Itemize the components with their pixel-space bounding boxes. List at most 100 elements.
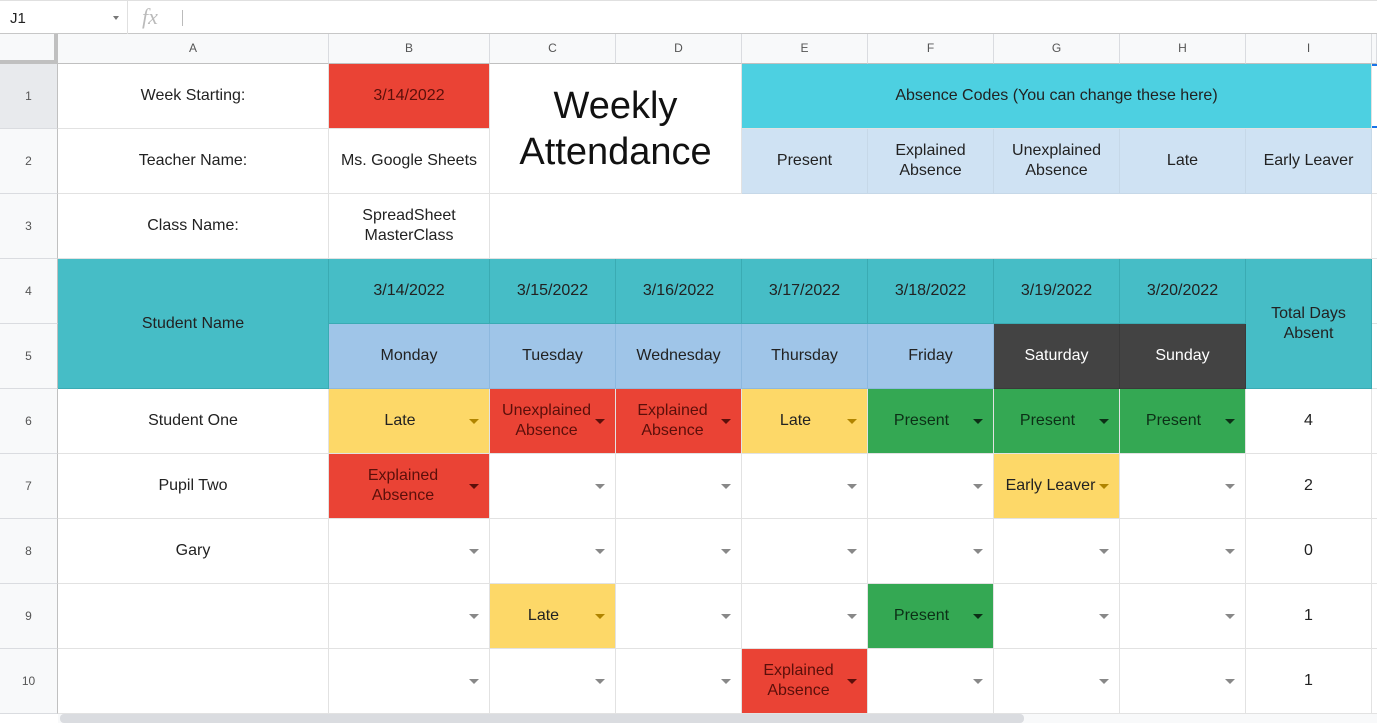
absence-code-unexplained-absence[interactable]: Unexplained Absence [994, 129, 1120, 194]
attendance-dropdown[interactable] [490, 649, 616, 714]
attendance-dropdown[interactable] [742, 584, 868, 649]
attendance-dropdown[interactable] [994, 584, 1120, 649]
dropdown-arrow-icon[interactable] [1225, 549, 1235, 554]
dropdown-arrow-icon[interactable] [469, 679, 479, 684]
column-j-cell[interactable] [1372, 389, 1377, 454]
dropdown-arrow-icon[interactable] [469, 484, 479, 489]
dropdown-arrow-icon[interactable] [973, 419, 983, 424]
student-name[interactable] [58, 584, 329, 649]
dropdown-arrow-icon[interactable] [1099, 679, 1109, 684]
dropdown-arrow-icon[interactable] [595, 679, 605, 684]
dropdown-arrow-icon[interactable] [1225, 419, 1235, 424]
attendance-dropdown[interactable]: Explained Absence [329, 454, 490, 519]
attendance-dropdown[interactable]: Present [994, 389, 1120, 454]
column-header-d[interactable]: D [616, 34, 742, 64]
dropdown-arrow-icon[interactable] [595, 549, 605, 554]
column-header-g[interactable]: G [994, 34, 1120, 64]
column-j-cell[interactable] [1372, 324, 1377, 389]
column-j-cell[interactable] [1372, 129, 1377, 194]
dropdown-arrow-icon[interactable] [721, 549, 731, 554]
dropdown-arrow-icon[interactable] [847, 549, 857, 554]
dropdown-arrow-icon[interactable] [973, 549, 983, 554]
chevron-down-icon[interactable] [113, 16, 119, 20]
absence-code-present[interactable]: Present [742, 129, 868, 194]
attendance-dropdown[interactable]: Present [868, 584, 994, 649]
column-header-e[interactable]: E [742, 34, 868, 64]
attendance-dropdown[interactable] [994, 519, 1120, 584]
student-name[interactable]: Student One [58, 389, 329, 454]
attendance-dropdown[interactable] [1120, 454, 1246, 519]
formula-input[interactable] [182, 10, 183, 26]
class-name-value[interactable]: SpreadSheet MasterClass [329, 194, 490, 259]
attendance-dropdown[interactable] [490, 454, 616, 519]
row-header-2[interactable]: 2 [0, 129, 58, 194]
column-header-f[interactable]: F [868, 34, 994, 64]
dropdown-arrow-icon[interactable] [721, 419, 731, 424]
row-header-3[interactable]: 3 [0, 194, 58, 259]
horizontal-scrollbar-thumb[interactable] [60, 714, 1024, 723]
absence-code-late[interactable]: Late [1120, 129, 1246, 194]
attendance-dropdown[interactable] [616, 649, 742, 714]
dropdown-arrow-icon[interactable] [847, 614, 857, 619]
dropdown-arrow-icon[interactable] [595, 614, 605, 619]
dropdown-arrow-icon[interactable] [469, 549, 479, 554]
attendance-dropdown[interactable]: Explained Absence [742, 649, 868, 714]
dropdown-arrow-icon[interactable] [973, 614, 983, 619]
student-name[interactable] [58, 649, 329, 714]
column-header-c[interactable]: C [490, 34, 616, 64]
dropdown-arrow-icon[interactable] [847, 484, 857, 489]
dropdown-arrow-icon[interactable] [595, 419, 605, 424]
attendance-dropdown[interactable]: Explained Absence [616, 389, 742, 454]
attendance-dropdown[interactable] [742, 454, 868, 519]
row-header-8[interactable]: 8 [0, 519, 58, 584]
column-header-h[interactable]: H [1120, 34, 1246, 64]
attendance-dropdown[interactable] [616, 519, 742, 584]
dropdown-arrow-icon[interactable] [847, 679, 857, 684]
name-box[interactable]: J1 [0, 1, 128, 34]
dropdown-arrow-icon[interactable] [847, 419, 857, 424]
dropdown-arrow-icon[interactable] [1099, 419, 1109, 424]
attendance-dropdown[interactable] [868, 454, 994, 519]
attendance-dropdown[interactable] [1120, 519, 1246, 584]
column-header-i[interactable]: I [1246, 34, 1372, 64]
dropdown-arrow-icon[interactable] [1225, 679, 1235, 684]
column-j-cell[interactable] [1372, 259, 1377, 324]
dropdown-arrow-icon[interactable] [595, 484, 605, 489]
row-header-7[interactable]: 7 [0, 454, 58, 519]
attendance-dropdown[interactable] [329, 584, 490, 649]
dropdown-arrow-icon[interactable] [1099, 484, 1109, 489]
column-j-cell[interactable] [1372, 454, 1377, 519]
dropdown-arrow-icon[interactable] [1225, 484, 1235, 489]
row-header-1[interactable]: 1 [0, 64, 58, 129]
column-j-cell[interactable] [1372, 194, 1377, 259]
dropdown-arrow-icon[interactable] [469, 614, 479, 619]
attendance-dropdown[interactable] [742, 519, 868, 584]
column-header-j[interactable] [1372, 34, 1377, 64]
attendance-dropdown[interactable] [329, 649, 490, 714]
row-header-9[interactable]: 9 [0, 584, 58, 649]
column-j-cell[interactable] [1372, 584, 1377, 649]
dropdown-arrow-icon[interactable] [721, 679, 731, 684]
absence-code-explained-absence[interactable]: Explained Absence [868, 129, 994, 194]
attendance-dropdown[interactable]: Late [329, 389, 490, 454]
student-name[interactable]: Gary [58, 519, 329, 584]
dropdown-arrow-icon[interactable] [721, 614, 731, 619]
attendance-dropdown[interactable] [1120, 649, 1246, 714]
attendance-dropdown[interactable] [616, 584, 742, 649]
student-name[interactable]: Pupil Two [58, 454, 329, 519]
attendance-dropdown[interactable] [868, 649, 994, 714]
dropdown-arrow-icon[interactable] [973, 484, 983, 489]
dropdown-arrow-icon[interactable] [973, 679, 983, 684]
dropdown-arrow-icon[interactable] [1099, 549, 1109, 554]
attendance-dropdown[interactable] [329, 519, 490, 584]
attendance-dropdown[interactable]: Late [742, 389, 868, 454]
row-header-6[interactable]: 6 [0, 389, 58, 454]
dropdown-arrow-icon[interactable] [469, 419, 479, 424]
column-header-a[interactable]: A [58, 34, 329, 64]
dropdown-arrow-icon[interactable] [1225, 614, 1235, 619]
absence-code-early-leaver[interactable]: Early Leaver [1246, 129, 1372, 194]
row-header-10[interactable]: 10 [0, 649, 58, 714]
column-j-cell[interactable] [1372, 649, 1377, 714]
teacher-name-value[interactable]: Ms. Google Sheets [329, 129, 490, 194]
attendance-dropdown[interactable] [490, 519, 616, 584]
